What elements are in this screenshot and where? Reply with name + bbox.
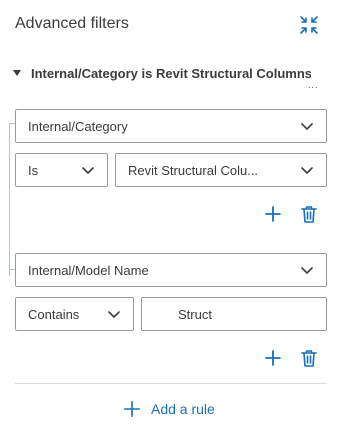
rule-2-value-input[interactable]: Struct: [141, 297, 327, 331]
rule-1-property-value: Internal/Category: [28, 118, 128, 134]
rule-1-operator-select[interactable]: Is: [15, 153, 108, 187]
collapse-panel-button[interactable]: [298, 14, 320, 36]
chevron-down-icon: [301, 123, 313, 131]
rule-2-property-select[interactable]: Internal/Model Name: [15, 253, 327, 287]
add-rule-button[interactable]: Add a rule: [123, 400, 215, 418]
chevron-down-icon: [301, 267, 313, 275]
plus-icon: [265, 350, 281, 366]
section-divider: [15, 383, 327, 384]
rule-connector-line: [9, 123, 10, 276]
plus-icon: [265, 206, 281, 222]
rule-2-operator-select[interactable]: Contains: [15, 297, 134, 331]
rule-2-add-button[interactable]: [263, 348, 283, 368]
rule-1-operator-value: Is: [28, 162, 39, 178]
rule-2-operator-value: Contains: [28, 306, 80, 322]
filter-group-title: Internal/Category is Revit Structural Co…: [31, 65, 311, 81]
filter-group-toggle[interactable]: Internal/Category is Revit Structural Co…: [13, 63, 323, 83]
trash-icon: [301, 350, 317, 367]
rule-2-value-text: Struct: [178, 306, 212, 322]
rule-1-value-select[interactable]: Revit Structural Colu...: [115, 153, 327, 187]
add-rule-label: Add a rule: [151, 401, 215, 417]
chevron-down-icon: [82, 167, 94, 175]
trash-icon: [301, 206, 317, 223]
caret-down-icon: [13, 70, 21, 76]
rule-1-value-text: Revit Structural Colu...: [128, 162, 259, 178]
rule-2-property-value: Internal/Model Name: [28, 262, 149, 278]
collapse-arrows-icon: [300, 16, 318, 34]
plus-icon: [123, 400, 141, 418]
chevron-down-icon: [108, 311, 120, 319]
group-title-ellipsis: ...: [308, 80, 319, 90]
chevron-down-icon: [301, 167, 313, 175]
rule-1-property-select[interactable]: Internal/Category: [15, 109, 327, 143]
rule-1-add-button[interactable]: [263, 204, 283, 224]
rule-2-delete-button[interactable]: [299, 348, 319, 368]
panel-title: Advanced filters: [15, 15, 129, 32]
rule-1-delete-button[interactable]: [299, 204, 319, 224]
